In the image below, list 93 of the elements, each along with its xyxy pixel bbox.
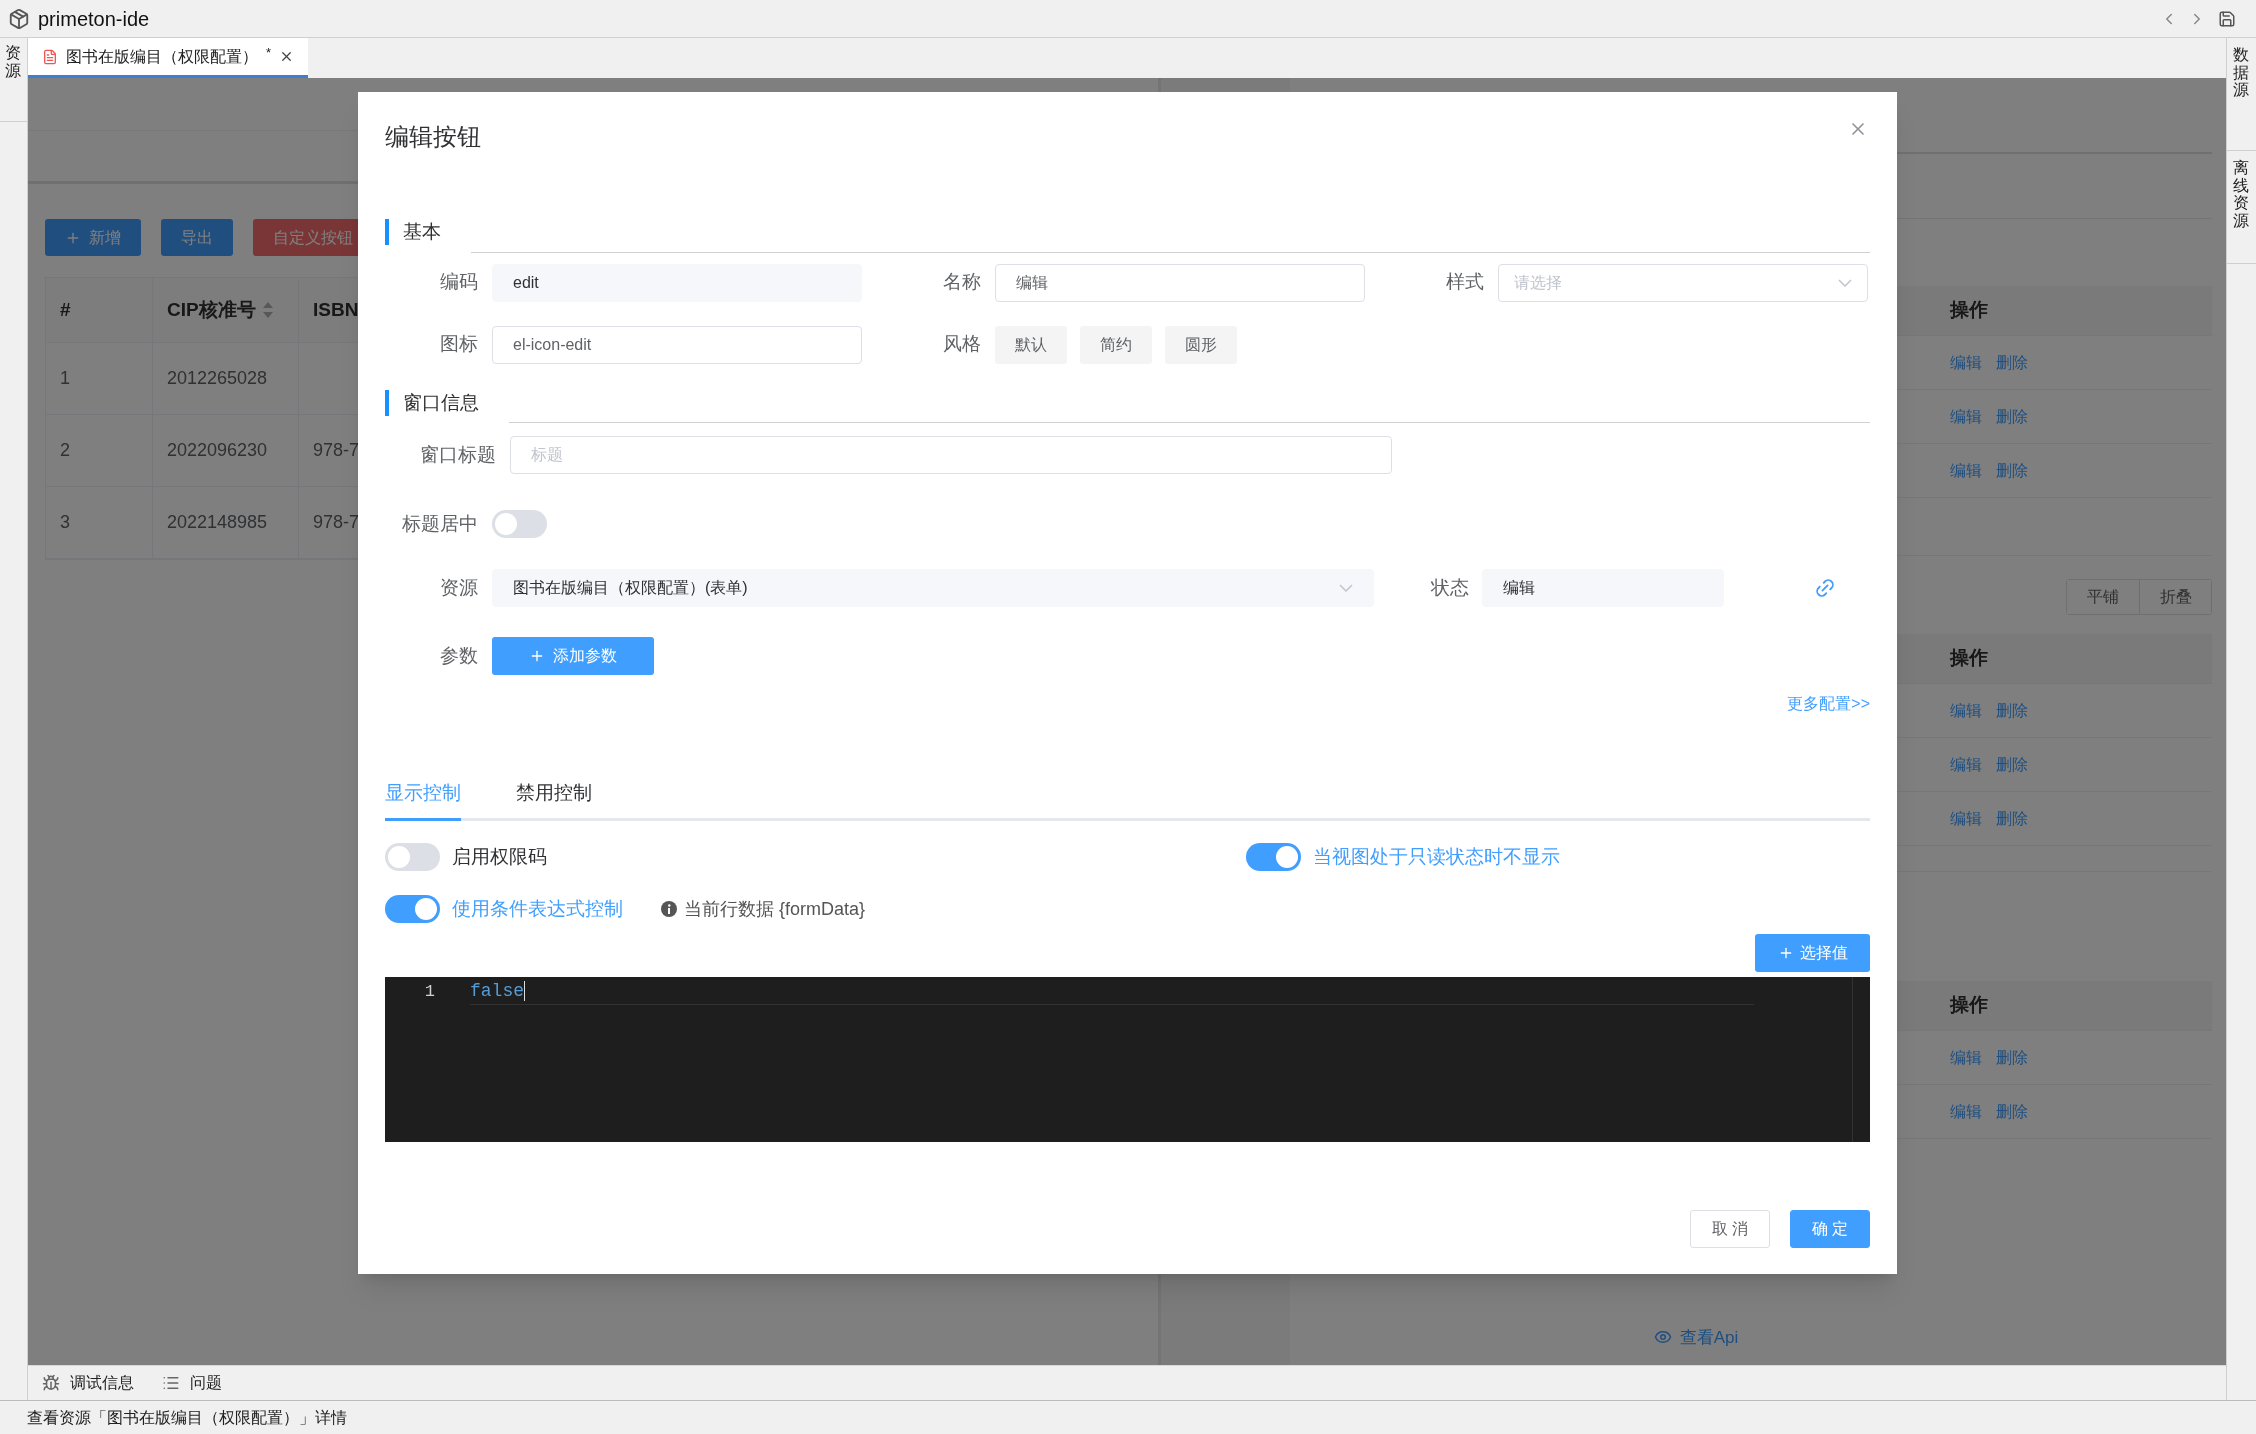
- dock-tab[interactable]: 数据源: [2233, 46, 2249, 99]
- toggle-switch[interactable]: [385, 895, 440, 924]
- switch-label: 使用条件表达式控制: [452, 897, 623, 921]
- column-header: 操作: [1950, 993, 1988, 1018]
- hint-text: 当前行数据 {formData}: [684, 897, 866, 921]
- text-field[interactable]: el-icon-edit: [492, 325, 862, 364]
- switch-label: 当视图处于只读状态时不显示: [1313, 844, 1560, 869]
- editor-tab[interactable]: 图书在版编目（权限配置） *: [28, 38, 309, 78]
- app-logo-icon: [8, 7, 30, 30]
- line-number: 1: [423, 980, 436, 1003]
- dialog-title: 编辑按钮: [385, 122, 481, 152]
- field-label: 风格: [942, 332, 981, 357]
- toggle-switch[interactable]: [1246, 842, 1301, 871]
- dialog-button[interactable]: 确 定: [1790, 1210, 1870, 1248]
- chevron-icon: [1838, 278, 1852, 287]
- code-text: false: [470, 979, 524, 1003]
- code-editor[interactable]: 1 false: [385, 976, 1870, 1142]
- api-link[interactable]: 查看Api: [1653, 1324, 1739, 1350]
- bug-icon: [42, 1374, 60, 1392]
- row-action-link[interactable]: 删除: [1996, 458, 2028, 483]
- row-action-link[interactable]: 编辑: [1950, 698, 1982, 723]
- select-field[interactable]: 请选择: [1498, 263, 1868, 302]
- field-label: 编码: [439, 270, 478, 295]
- sort-icon[interactable]: [261, 300, 274, 320]
- row-action-link[interactable]: 编辑: [1950, 1099, 1982, 1124]
- tab[interactable]: 显示控制: [385, 779, 461, 821]
- column-header: 操作: [1950, 646, 1988, 671]
- row-action-link[interactable]: 删除: [1996, 698, 2028, 723]
- column-header: CIP核准号: [167, 297, 256, 322]
- row-action-link[interactable]: 编辑: [1950, 1045, 1982, 1070]
- field-label: 样式: [1445, 270, 1484, 295]
- save-icon[interactable]: [2218, 9, 2236, 28]
- field-label: 窗口标题: [419, 442, 496, 467]
- field-label: 参数: [439, 643, 478, 668]
- text-field[interactable]: 编辑: [995, 263, 1365, 302]
- field-label: 资源: [439, 575, 478, 600]
- column-header: #: [60, 297, 71, 322]
- dock-tab[interactable]: 资源: [5, 44, 21, 80]
- row-action-link[interactable]: 编辑: [1950, 458, 1982, 483]
- dialog-button[interactable]: 取 消: [1690, 1210, 1770, 1248]
- row-action-link[interactable]: 删除: [1996, 1099, 2028, 1124]
- field-label: 标题居中: [401, 511, 478, 536]
- tab[interactable]: 禁用控制: [516, 779, 592, 821]
- modified-marker: *: [266, 43, 272, 62]
- row-action-link[interactable]: 编辑: [1950, 806, 1982, 831]
- row-action-link[interactable]: 删除: [1996, 350, 2028, 375]
- row-action-link[interactable]: 编辑: [1950, 404, 1982, 429]
- text-field[interactable]: 标题: [510, 436, 1392, 474]
- tab-label: 图书在版编目（权限配置）: [66, 46, 258, 67]
- row-action-link[interactable]: 删除: [1996, 752, 2028, 777]
- section-title: 基本: [403, 220, 441, 244]
- table-cell-text: 3: [60, 511, 70, 534]
- panel-tab[interactable]: 问题: [162, 1371, 222, 1395]
- section-title: 窗口信息: [403, 390, 479, 415]
- table-cell-text: 978-7: [313, 439, 360, 462]
- column-header: ISBN: [313, 297, 359, 322]
- text-cursor: [524, 981, 525, 1001]
- field-label: 图标: [439, 332, 478, 357]
- style-option-button[interactable]: 简约: [1080, 325, 1152, 364]
- row-action-link[interactable]: 编辑: [1950, 752, 1982, 777]
- style-option-button[interactable]: 默认: [995, 325, 1067, 364]
- add-parameter-button[interactable]: 添加参数: [492, 637, 654, 675]
- toggle-switch[interactable]: [492, 510, 547, 538]
- row-action-link[interactable]: 删除: [1996, 1045, 2028, 1070]
- table-cell-text: 2022148985: [167, 511, 268, 534]
- more-settings-link[interactable]: 更多配置>>: [1787, 692, 1870, 716]
- status-text: 查看资源「图书在版编目（权限配置）」详情: [27, 1407, 347, 1428]
- field-label: 名称: [942, 270, 981, 295]
- app-title: primeton-ide: [38, 6, 150, 32]
- table-cell-text: 2022096230: [167, 439, 268, 462]
- field-label: 状态: [1430, 575, 1469, 600]
- table-cell-text: 978-7: [313, 511, 360, 534]
- info-icon: [661, 901, 677, 918]
- switch-label: 启用权限码: [452, 844, 547, 869]
- select-value-button[interactable]: 选择值: [1755, 933, 1870, 972]
- document-icon: [42, 48, 58, 65]
- style-option-button[interactable]: 圆形: [1165, 325, 1237, 364]
- table-cell-text: 2: [60, 439, 70, 462]
- list-icon: [162, 1374, 180, 1392]
- toolbar-button[interactable]: 新增: [45, 219, 141, 256]
- view-button[interactable]: 折叠: [2139, 580, 2211, 614]
- toolbar-button[interactable]: 导出: [161, 219, 233, 256]
- table-cell-text: 2012265028: [167, 367, 268, 390]
- plus-icon: [529, 648, 545, 664]
- row-action-link[interactable]: 编辑: [1950, 350, 1982, 375]
- panel-tab[interactable]: 调试信息: [42, 1371, 134, 1395]
- row-action-link[interactable]: 删除: [1996, 806, 2028, 831]
- chevron-icon: [1339, 584, 1353, 592]
- dock-tab[interactable]: 离线资源: [2233, 159, 2249, 230]
- table-cell-text: 1: [60, 367, 70, 390]
- row-action-link[interactable]: 删除: [1996, 404, 2028, 429]
- toggle-switch[interactable]: [385, 842, 440, 871]
- column-header: 操作: [1950, 298, 1988, 323]
